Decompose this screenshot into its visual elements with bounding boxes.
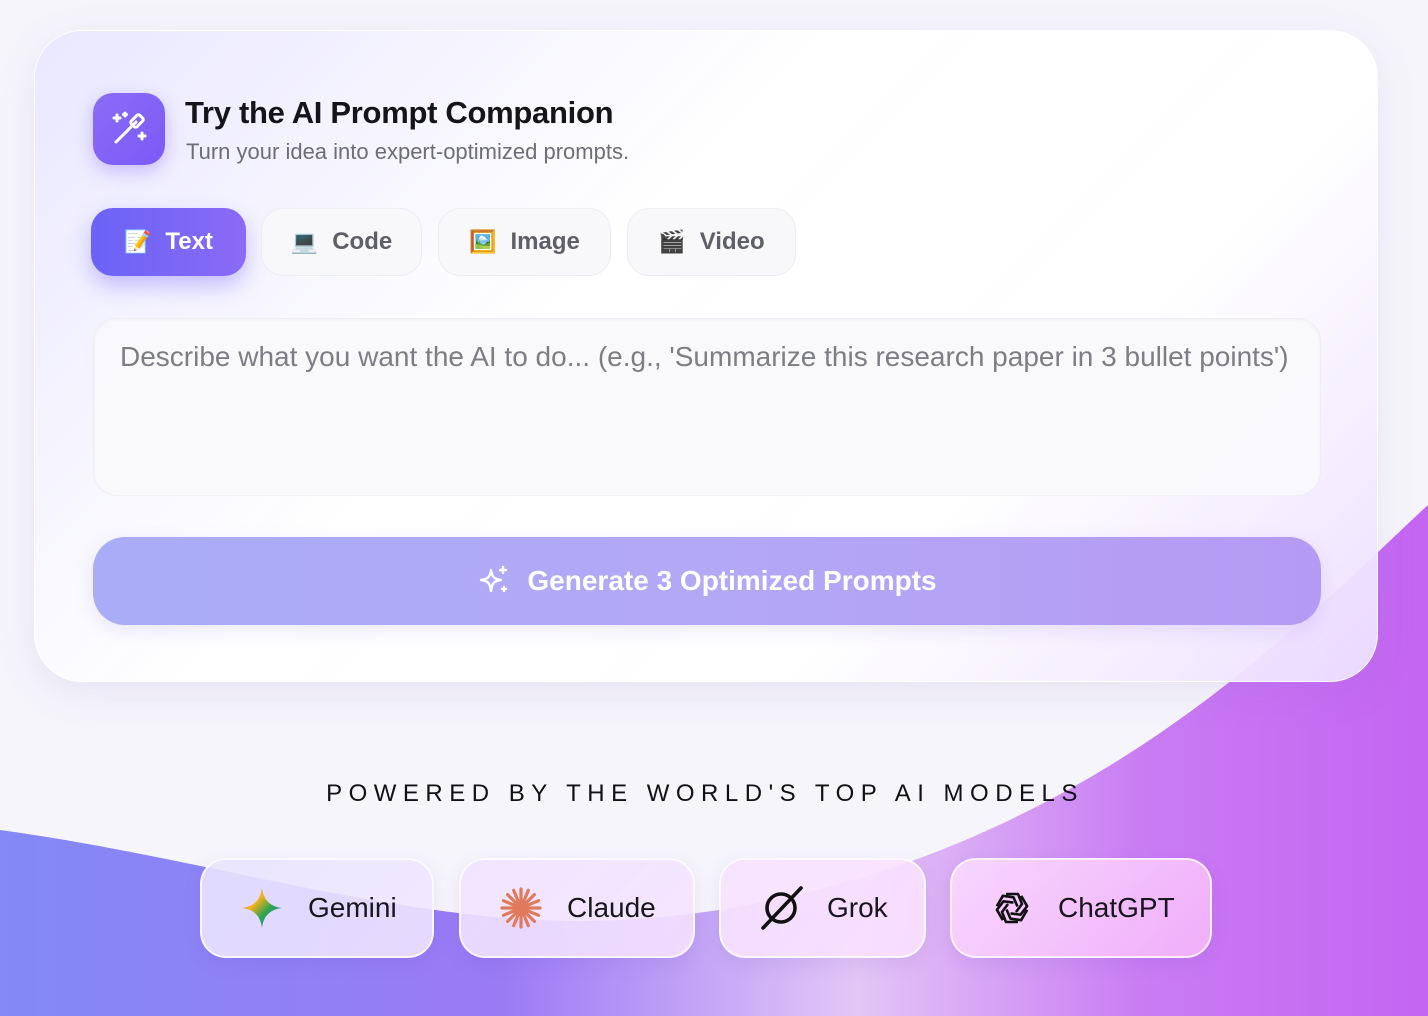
gemini-icon: [238, 884, 286, 932]
powered-by-heading: POWERED BY THE WORLD'S TOP AI MODELS: [326, 780, 1084, 807]
model-label: Gemini: [308, 892, 397, 923]
generate-button-label: Generate 3 Optimized Prompts: [527, 565, 937, 596]
prompt-input[interactable]: [93, 318, 1321, 496]
tab-code[interactable]: 💻 Code: [261, 208, 422, 276]
laptop-icon: 💻: [290, 229, 319, 254]
tab-text[interactable]: 📝 Text: [91, 208, 246, 276]
prompt-companion-card: Try the AI Prompt Companion Turn your id…: [34, 30, 1378, 682]
model-label: Grok: [827, 892, 888, 923]
magic-wand-icon: [112, 111, 147, 144]
chatgpt-icon: [988, 884, 1036, 932]
model-label: ChatGPT: [1058, 892, 1175, 923]
tab-label: Code: [332, 228, 393, 255]
tab-video[interactable]: 🎬 Video: [627, 208, 796, 276]
claude-icon: [497, 884, 545, 932]
tab-image[interactable]: 🖼️ Image: [438, 208, 611, 276]
tab-label: Text: [165, 228, 213, 255]
page-title: Try the AI Prompt Companion: [185, 95, 614, 130]
page-subtitle: Turn your idea into expert-optimized pro…: [186, 139, 630, 164]
model-chip-claude[interactable]: Claude: [459, 858, 695, 958]
model-chip-grok[interactable]: Grok: [719, 858, 926, 958]
logo-tile: [93, 93, 165, 165]
tab-label: Image: [510, 228, 580, 255]
model-chip-chatgpt[interactable]: ChatGPT: [950, 858, 1212, 958]
memo-icon: 📝: [124, 229, 152, 254]
grok-icon: [757, 884, 805, 932]
clapper-board-icon: 🎬: [658, 229, 686, 254]
picture-icon: 🖼️: [469, 229, 497, 254]
generate-prompts-button[interactable]: Generate 3 Optimized Prompts: [93, 537, 1321, 625]
model-label: Claude: [567, 892, 656, 923]
sparkles-icon: [480, 565, 508, 593]
tab-label: Video: [699, 228, 765, 255]
model-chip-gemini[interactable]: Gemini: [200, 858, 434, 958]
